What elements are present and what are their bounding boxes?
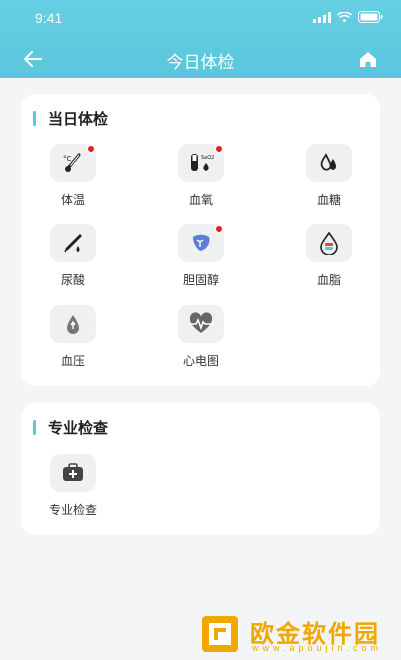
item-label: 血氧 bbox=[188, 193, 213, 207]
section-title: 专业检查 bbox=[33, 417, 108, 438]
watermark-url: www.apoujin.com bbox=[252, 643, 383, 653]
watermark: 欧金软件园 www.apoujin.com bbox=[200, 612, 395, 656]
blood-pressure-icon bbox=[67, 315, 79, 334]
item-tile bbox=[50, 454, 96, 492]
blood-sugar-icon bbox=[320, 153, 336, 171]
wifi-icon bbox=[337, 11, 352, 22]
signal-icon bbox=[313, 11, 331, 23]
section-accent-bar bbox=[33, 420, 36, 435]
ecg-icon bbox=[189, 312, 213, 333]
notification-badge bbox=[87, 145, 95, 153]
item-tile bbox=[306, 224, 352, 262]
item-label: 体温 bbox=[60, 193, 85, 207]
page-title: 今日体检 bbox=[166, 53, 235, 73]
thermometer-icon: °C bbox=[63, 153, 81, 172]
svg-text:SaO2: SaO2 bbox=[201, 155, 214, 161]
item-label: 心电图 bbox=[182, 354, 219, 368]
blood-oxygen-icon: SaO2 bbox=[191, 154, 214, 171]
checkup-item-temperature[interactable]: °C 体温 bbox=[33, 144, 113, 207]
header-bar: 9:41 今日体检 bbox=[0, 0, 401, 78]
checkup-item-blood-lipid[interactable]: 血脂 bbox=[289, 224, 369, 287]
uric-acid-icon bbox=[64, 234, 82, 253]
item-tile bbox=[178, 224, 224, 262]
item-tile: SaO2 bbox=[178, 144, 224, 182]
cholesterol-icon bbox=[193, 234, 210, 251]
svg-text:°C: °C bbox=[63, 155, 72, 163]
daily-checkup-card: 当日体检 °C 体温 SaO2 血氧 血糖 尿酸 胆固醇 血脂 血压 心电图 bbox=[21, 94, 380, 386]
section-accent-bar bbox=[33, 111, 36, 126]
checkup-item-cholesterol[interactable]: 胆固醇 bbox=[161, 224, 241, 287]
item-tile bbox=[50, 224, 96, 262]
checkup-item-blood-sugar[interactable]: 血糖 bbox=[289, 144, 369, 207]
home-icon[interactable] bbox=[358, 49, 378, 69]
item-label: 血糖 bbox=[316, 193, 341, 207]
notification-badge bbox=[215, 225, 223, 233]
notification-badge bbox=[215, 145, 223, 153]
nav-bar: 今日体检 bbox=[0, 44, 401, 74]
checkup-item-professional[interactable]: 专业检查 bbox=[33, 454, 113, 517]
section-title: 当日体检 bbox=[33, 108, 108, 129]
blood-lipid-icon bbox=[320, 231, 338, 255]
item-tile bbox=[50, 305, 96, 343]
item-label: 尿酸 bbox=[60, 273, 85, 287]
item-tile bbox=[306, 144, 352, 182]
section-title-text: 专业检查 bbox=[48, 419, 109, 437]
professional-check-card: 专业检查 专业检查 bbox=[21, 403, 380, 535]
checkup-item-blood-oxygen[interactable]: SaO2 血氧 bbox=[161, 144, 241, 207]
medical-kit-icon bbox=[63, 463, 83, 481]
item-label: 专业检查 bbox=[48, 503, 97, 517]
checkup-item-ecg[interactable]: 心电图 bbox=[161, 305, 241, 368]
item-label: 血脂 bbox=[316, 273, 341, 287]
item-tile bbox=[178, 305, 224, 343]
item-tile: °C bbox=[50, 144, 96, 182]
status-icons bbox=[313, 11, 383, 23]
item-label: 胆固醇 bbox=[182, 273, 219, 287]
battery-icon bbox=[358, 11, 383, 23]
item-label: 血压 bbox=[60, 354, 85, 368]
checkup-item-blood-pressure[interactable]: 血压 bbox=[33, 305, 113, 368]
watermark-logo-icon bbox=[202, 616, 238, 652]
checkup-item-uric-acid[interactable]: 尿酸 bbox=[33, 224, 113, 287]
section-title-text: 当日体检 bbox=[48, 110, 109, 128]
status-time: 9:41 bbox=[35, 10, 63, 26]
